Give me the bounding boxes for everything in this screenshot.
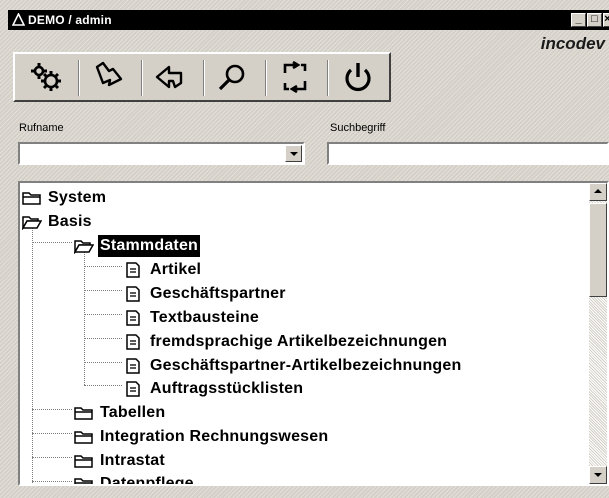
document-icon <box>126 358 140 374</box>
document-icon <box>126 286 140 302</box>
tree-connector <box>32 219 33 484</box>
document-icon <box>126 381 140 397</box>
window-title: DEMO / admin <box>28 13 112 27</box>
tree-connector <box>84 266 122 267</box>
tree-connector <box>32 457 72 458</box>
close-button[interactable]: × <box>603 13 609 27</box>
suchbegriff-label: Suchbegriff <box>330 122 386 134</box>
scrollbar-thumb[interactable] <box>589 203 607 297</box>
search-button[interactable] <box>203 56 261 98</box>
tree-item-label: Datenpflege <box>100 475 194 486</box>
tree-item-label: Geschäftspartner <box>150 285 286 302</box>
tree-connector <box>84 385 122 386</box>
power-icon <box>345 63 371 92</box>
power-button[interactable] <box>328 56 386 98</box>
forward-arrow-icon <box>95 61 123 87</box>
folder-icon <box>74 478 93 484</box>
tree-connector <box>84 362 122 363</box>
tree-connector <box>32 409 72 410</box>
title-bar: DEMO / admin _ □ × <box>8 10 609 30</box>
document-icon <box>126 262 140 278</box>
rufname-combobox[interactable] <box>18 142 305 165</box>
back-button[interactable] <box>141 56 199 98</box>
folder-icon <box>74 431 93 444</box>
swap-arrows-icon <box>283 61 307 93</box>
document-icon <box>126 334 140 350</box>
tree-item-label: fremdsprachige Artikelbezeichnungen <box>150 333 448 350</box>
tree-connector <box>84 314 122 315</box>
folder-open-icon <box>22 216 42 230</box>
scroll-up-icon[interactable] <box>589 183 607 201</box>
gears-icon <box>31 63 61 91</box>
brand-logo: incodev <box>540 34 605 53</box>
tree-connector <box>84 290 122 291</box>
folder-open-icon <box>74 240 94 254</box>
back-arrow-icon <box>155 65 183 89</box>
app-logo-icon <box>12 13 25 26</box>
toolbar <box>13 52 391 102</box>
forward-button[interactable] <box>79 56 137 98</box>
tree-item-label: Artikel <box>150 261 202 278</box>
scroll-down-icon[interactable] <box>589 466 607 484</box>
tree-item-label: Integration Rechnungswesen <box>100 428 329 445</box>
navigation-tree[interactable]: System Basis Stammdaten Artikel Geschäft… <box>18 181 609 486</box>
rufname-label: Rufname <box>19 122 64 134</box>
folder-icon <box>74 407 93 420</box>
magnifier-icon <box>218 64 245 91</box>
tree-item-label: Geschäftspartner-Artikelbezeichnungen <box>150 357 462 374</box>
suchbegriff-input[interactable] <box>327 142 609 165</box>
tree-item-label: Intrastat <box>100 452 165 469</box>
folder-icon <box>74 455 93 468</box>
document-icon <box>126 310 140 326</box>
tree-item-label: Tabellen <box>100 404 166 421</box>
minimize-button[interactable]: _ <box>571 13 586 27</box>
maximize-button[interactable]: □ <box>587 13 602 27</box>
tree-item-label: Textbausteine <box>150 309 259 326</box>
tree-connector <box>32 481 72 482</box>
tree-connector <box>32 433 72 434</box>
tree-connector <box>32 242 72 243</box>
tree-connector <box>84 338 122 339</box>
tree-item-label: System <box>48 189 107 206</box>
folder-icon <box>22 192 41 205</box>
tree-item-label: Auftragsstücklisten <box>150 380 304 397</box>
refresh-button[interactable] <box>265 56 323 98</box>
tree-item-label: Stammdaten <box>98 235 201 257</box>
chevron-down-icon[interactable] <box>285 145 302 162</box>
vertical-scrollbar[interactable] <box>589 183 607 484</box>
settings-button[interactable] <box>17 56 75 98</box>
tree-item-label: Basis <box>48 213 92 230</box>
